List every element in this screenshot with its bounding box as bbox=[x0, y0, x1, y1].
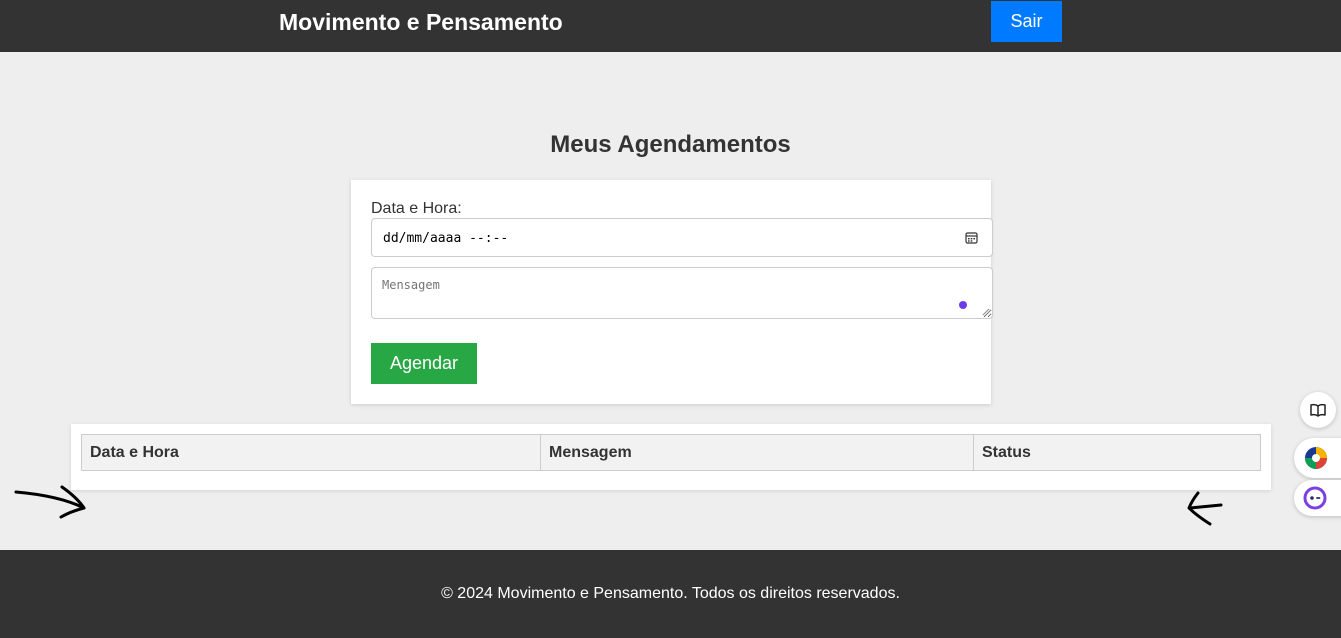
color-wheel-icon bbox=[1305, 447, 1327, 469]
calendar-icon[interactable] bbox=[965, 231, 978, 244]
page-title: Meus Agendamentos bbox=[550, 131, 791, 158]
site-header: Movimento e Pensamento Sair bbox=[0, 0, 1341, 52]
appointment-form: Data e Hora: dd/mm/aaaa --:-- Agendar bbox=[351, 180, 993, 404]
appointments-table: Data e Hora Mensagem Status bbox=[81, 434, 1261, 471]
column-header-message: Mensagem bbox=[540, 434, 974, 471]
assistant-face-icon bbox=[1303, 486, 1327, 510]
datetime-label: Data e Hora: bbox=[371, 200, 462, 217]
extension-color-button[interactable] bbox=[1294, 438, 1341, 478]
site-title: Movimento e Pensamento bbox=[279, 9, 563, 35]
book-open-icon bbox=[1310, 403, 1326, 417]
column-header-datetime: Data e Hora bbox=[81, 434, 541, 471]
footer-copyright: © 2024 Movimento e Pensamento. Todos os … bbox=[441, 585, 900, 602]
appointments-table-card: Data e Hora Mensagem Status bbox=[71, 424, 1271, 490]
logout-button[interactable]: Sair bbox=[991, 1, 1062, 42]
hand-drawn-arrow-right-icon bbox=[14, 485, 86, 519]
message-input[interactable] bbox=[371, 267, 993, 319]
grammar-assistant-dot-icon[interactable] bbox=[959, 301, 967, 309]
schedule-button[interactable]: Agendar bbox=[371, 343, 477, 384]
resize-grip-icon[interactable] bbox=[982, 308, 990, 316]
datetime-value: dd/mm/aaaa --:-- bbox=[383, 231, 509, 246]
extension-assistant-button[interactable] bbox=[1294, 480, 1341, 516]
column-header-status: Status bbox=[973, 434, 1261, 471]
table-header-row: Data e Hora Mensagem Status bbox=[81, 434, 1261, 471]
site-footer: © 2024 Movimento e Pensamento. Todos os … bbox=[0, 550, 1341, 638]
reader-mode-button[interactable] bbox=[1300, 392, 1336, 428]
hand-drawn-arrow-left-icon bbox=[1187, 491, 1223, 526]
datetime-input[interactable]: dd/mm/aaaa --:-- bbox=[371, 218, 993, 257]
